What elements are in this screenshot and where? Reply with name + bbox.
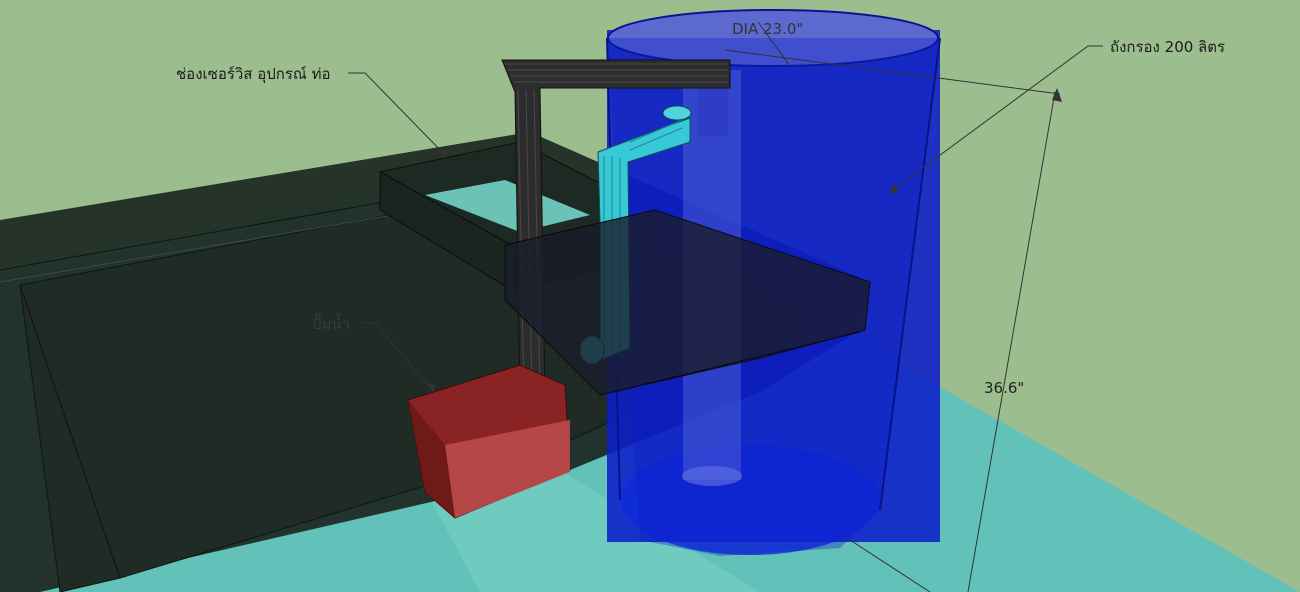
diameter-dimension: DIA 23.0" bbox=[732, 20, 804, 38]
pump-label: ปั๊มน้ำ bbox=[312, 315, 351, 333]
service-opening-label: ช่องเซอร์วิส อุปกรณ์ ท่อ bbox=[176, 65, 331, 83]
height-dimension: 36.6" bbox=[984, 379, 1025, 397]
filter-tank-label: ถังกรอง 200 ลิตร bbox=[1110, 38, 1226, 56]
aquarium-filter-diagram bbox=[0, 0, 1300, 592]
